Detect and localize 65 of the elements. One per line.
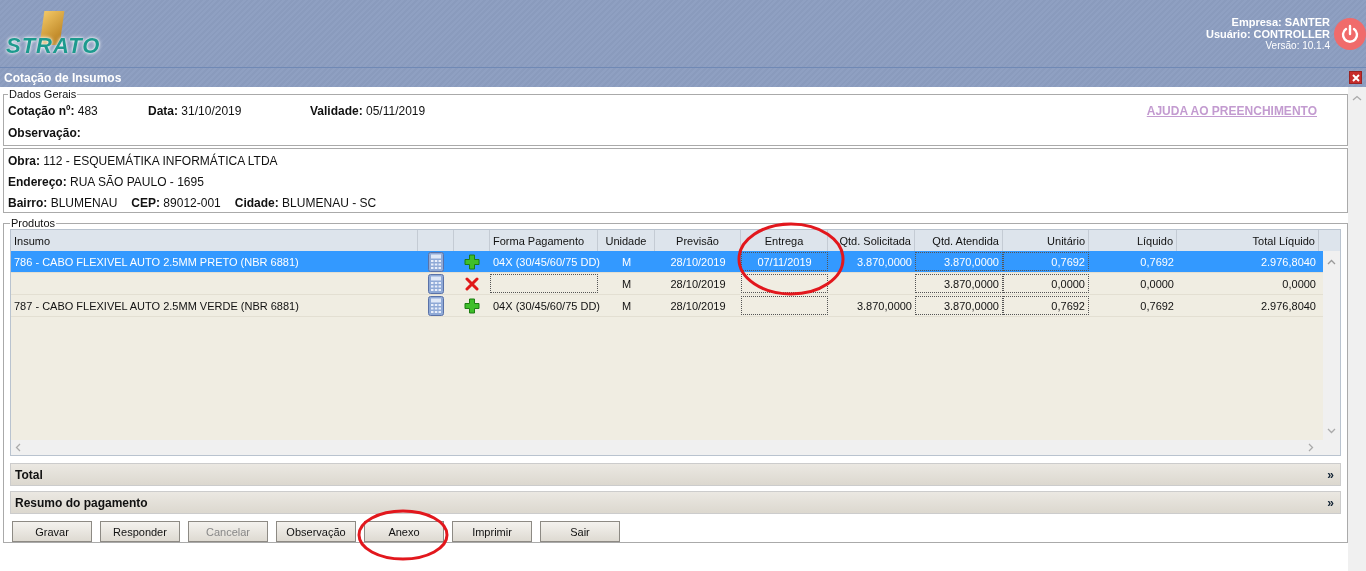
action-button[interactable]: Sair — [540, 521, 620, 542]
table-cell: 3.870,0000 — [943, 255, 999, 268]
table-cell: 0,7692 — [1051, 255, 1085, 268]
table-cell: 0,7692 — [1140, 299, 1174, 312]
table-cell: 786 - CABO FLEXIVEL AUTO 2.5MM PRETO (NBR 6881) — [14, 255, 299, 268]
table-cell: M — [621, 299, 632, 312]
close-icon[interactable] — [1349, 71, 1362, 84]
table-cell: 04X (30/45/60/75 DD) — [493, 299, 600, 312]
table-cell: 2.976,8040 — [1260, 299, 1316, 312]
version-label: Versão: 10.1.4 — [1265, 39, 1330, 52]
action-button[interactable]: Imprimir — [452, 521, 532, 542]
logo: STRATO — [6, 8, 98, 59]
scroll-up-icon[interactable] — [1327, 259, 1336, 265]
table-cell: 28/10/2019 — [670, 277, 726, 290]
table-cell: 3.870,0000 — [856, 299, 912, 312]
district-text: Bairro: BLUMENAU — [8, 195, 118, 212]
quote-number: Cotação nº: 483 — [8, 104, 99, 118]
scroll-down-icon[interactable] — [1327, 428, 1336, 434]
power-icon[interactable] — [1334, 17, 1366, 50]
table-cell: 07/11/2019 — [757, 255, 812, 268]
table-cell: 3.870,0000 — [943, 299, 999, 312]
zip-text: CEP: 89012-001 — [131, 195, 221, 212]
table-cell: 0,0000 — [1140, 277, 1174, 290]
table-cell: 3.870,0000 — [856, 255, 912, 268]
table-cell: 28/10/2019 — [670, 299, 726, 312]
work-text: Obra: 112 - ESQUEMÁTIKA INFORMÁTICA LTDA — [8, 152, 279, 170]
table-cell: 0,7692 — [1051, 299, 1085, 312]
calculator-icon[interactable] — [428, 295, 444, 316]
table-cell: 28/10/2019 — [670, 255, 726, 268]
table-cell: M — [621, 277, 632, 290]
address-text: Endereço: RUA SÃO PAULO - 1695 — [8, 174, 205, 191]
scroll-right-icon[interactable] — [1308, 443, 1314, 452]
action-button[interactable]: Anexo — [364, 521, 444, 542]
calculator-icon[interactable] — [428, 251, 444, 272]
calculator-icon[interactable] — [428, 273, 444, 294]
table-cell: M — [621, 255, 632, 268]
delete-icon[interactable] — [465, 276, 479, 291]
scroll-left-icon[interactable] — [15, 443, 21, 452]
plus-icon[interactable] — [464, 297, 480, 314]
scroll-up-icon[interactable] — [1352, 95, 1362, 101]
table-cell: 0,7692 — [1140, 255, 1174, 268]
section-legend: Produtos — [10, 217, 57, 229]
table-row[interactable]: 787 - CABO FLEXIVEL AUTO 2.5MM VERDE (NBR 6881) 04X (30/45/60/75 DD) M 28/10/2019 3.870,0000 3.870,0000 0,7692 0,7692 2.976,8040 — [11, 295, 1323, 317]
note-label: Observação: — [8, 126, 81, 140]
user-label: Usuário: CONTROLLER — [1205, 27, 1330, 40]
plus-icon[interactable] — [464, 253, 480, 270]
action-button[interactable]: Responder — [100, 521, 180, 542]
collapsible-section[interactable]: Resumo do pagamento » — [10, 491, 1341, 514]
window-title: Cotação de Insumos — [4, 70, 122, 85]
table-row[interactable]: M 28/10/2019 3.870,0000 0,0000 0,0000 0,0000 — [11, 273, 1323, 295]
action-button[interactable]: Gravar — [12, 521, 92, 542]
city-text: Cidade: BLUMENAU - SC — [234, 195, 377, 212]
table-cell: 04X (30/45/60/75 DD) — [493, 255, 600, 268]
action-button[interactable]: Observação — [276, 521, 356, 542]
quote-date: Data: 31/10/2019 — [148, 104, 243, 118]
table-cell: 0,0000 — [1051, 277, 1085, 290]
company-label: Empresa: SANTER — [1231, 15, 1330, 28]
validity-date: Validade: 05/11/2019 — [310, 104, 426, 118]
collapsible-section[interactable]: Total » — [10, 463, 1341, 486]
table-cell: 2.976,8040 — [1260, 255, 1316, 268]
section-legend: Dados Gerais — [8, 88, 78, 100]
table-cell: 787 - CABO FLEXIVEL AUTO 2.5MM VERDE (NBR 6881) — [14, 299, 299, 312]
vertical-scrollbar[interactable] — [1323, 251, 1340, 440]
table-cell: 3.870,0000 — [943, 277, 999, 290]
table-cell: 0,0000 — [1282, 277, 1316, 290]
